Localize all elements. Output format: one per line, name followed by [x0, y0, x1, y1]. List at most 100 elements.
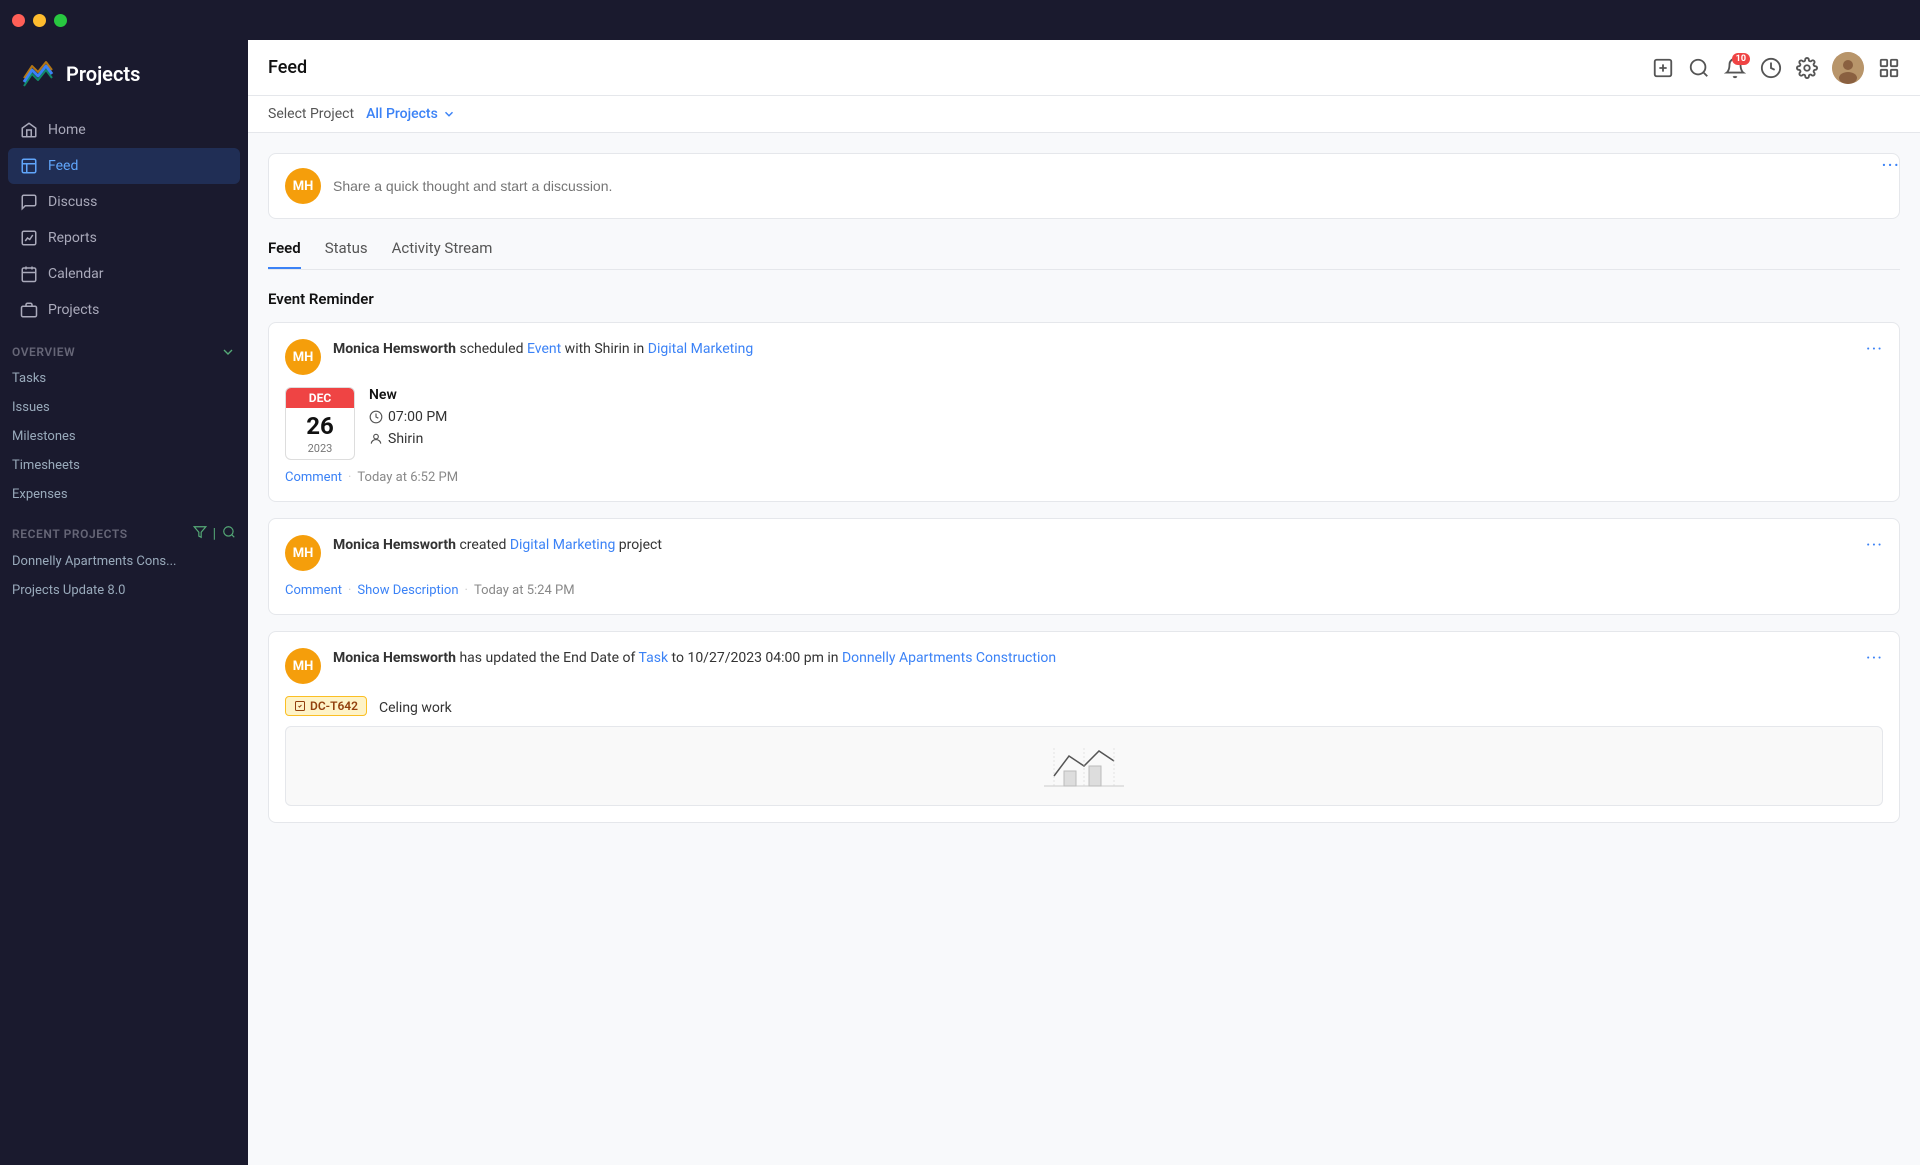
feed-card-2-header: MH Monica Hemsworth created Digital Mark… — [285, 535, 1883, 571]
tab-activity-stream[interactable]: Activity Stream — [392, 239, 493, 269]
calendar-icon — [20, 265, 38, 283]
section-event-reminder: Event Reminder — [268, 290, 1900, 308]
sidebar-item-timesheets[interactable]: Timesheets — [0, 451, 248, 480]
feed-item-3: MH Monica Hemsworth has updated the End … — [268, 631, 1900, 823]
feed-item-2: MH Monica Hemsworth created Digital Mark… — [268, 518, 1900, 615]
share-input[interactable] — [333, 178, 1883, 194]
filter-icon[interactable] — [193, 525, 207, 543]
sidebar-item-feed[interactable]: Feed — [8, 148, 240, 184]
drawing-thumbnail — [285, 726, 1883, 806]
feed-link-digital-marketing-1[interactable]: Digital Marketing — [648, 341, 753, 357]
sidebar-item-feed-label: Feed — [48, 158, 78, 174]
feed-user-name-2: Monica Hemsworth — [333, 537, 456, 553]
sidebar-item-home[interactable]: Home — [8, 112, 240, 148]
minimize-btn[interactable] — [33, 14, 46, 27]
projects-icon — [20, 301, 38, 319]
clock-button[interactable] — [1760, 57, 1782, 79]
feed-card-3-header: MH Monica Hemsworth has updated the End … — [285, 648, 1883, 684]
sidebar-item-projects[interactable]: Projects — [8, 292, 240, 328]
event-card-1: Dec 26 2023 New 07:00 PM — [285, 387, 1883, 460]
sidebar-item-home-label: Home — [48, 122, 86, 138]
event-status: New — [369, 387, 447, 403]
feed-text-mid-1: with Shirin in — [565, 341, 648, 357]
grid-button[interactable] — [1878, 57, 1900, 79]
feed-card-1-header: MH Monica Hemsworth scheduled Event with… — [285, 339, 1883, 375]
timestamp-1: Today at 6:52 PM — [357, 470, 458, 485]
recent-project-update[interactable]: Projects Update 8.0 — [0, 576, 248, 605]
feed-avatar-2: MH — [285, 535, 321, 571]
sidebar-item-discuss[interactable]: Discuss — [8, 184, 240, 220]
settings-button[interactable] — [1796, 57, 1818, 79]
feed-card-1-options[interactable]: ··· — [1866, 339, 1883, 360]
feed-link-donnelly[interactable]: Donnelly Apartments Construction — [842, 650, 1056, 666]
maximize-btn[interactable] — [54, 14, 67, 27]
search-recent-icon[interactable] — [222, 525, 236, 543]
tab-feed[interactable]: Feed — [268, 239, 301, 269]
feed-content: ··· MH Feed Status Activity Stream Event… — [248, 133, 1920, 1165]
feed-item-1: MH Monica Hemsworth scheduled Event with… — [268, 322, 1900, 502]
recent-projects-header: Recent Projects | — [0, 509, 248, 547]
search-button[interactable] — [1688, 57, 1710, 79]
sidebar-item-expenses[interactable]: Expenses — [0, 480, 248, 509]
filter-bar: Select Project All Projects — [248, 96, 1920, 133]
share-box: MH — [268, 153, 1900, 219]
titlebar — [0, 0, 1920, 40]
tab-status[interactable]: Status — [325, 239, 368, 269]
gear-icon — [1796, 57, 1818, 79]
share-avatar: MH — [285, 168, 321, 204]
grid-icon — [1878, 57, 1900, 79]
sidebar-item-tasks[interactable]: Tasks — [0, 364, 248, 393]
task-badge-icon — [294, 700, 306, 712]
feed-card-1-user: MH Monica Hemsworth scheduled Event with… — [285, 339, 1866, 375]
feed-card-2-options[interactable]: ··· — [1866, 535, 1883, 556]
sidebar-item-reports[interactable]: Reports — [8, 220, 240, 256]
sidebar-item-issues[interactable]: Issues — [0, 393, 248, 422]
comment-link-1[interactable]: Comment — [285, 470, 342, 485]
feed-card-3-options[interactable]: ··· — [1866, 648, 1883, 669]
clock-icon — [1760, 57, 1782, 79]
feed-card-1-footer: Comment · Today at 6:52 PM — [285, 470, 1883, 485]
content-options-button[interactable]: ··· — [1881, 153, 1900, 177]
task-badge-label: DC-T642 — [310, 699, 358, 713]
event-year: 2023 — [286, 442, 354, 459]
user-avatar[interactable] — [1832, 52, 1864, 84]
discuss-icon — [20, 193, 38, 211]
task-label: Celing work — [379, 700, 452, 716]
sidebar-item-calendar[interactable]: Calendar — [8, 256, 240, 292]
user-avatar-icon — [1832, 52, 1864, 84]
all-projects-dropdown[interactable]: All Projects — [366, 106, 456, 122]
sidebar-nav: Home Feed Discuss — [0, 112, 248, 328]
feed-user-name-3: Monica Hemsworth — [333, 650, 456, 666]
top-header: Feed — [248, 40, 1920, 96]
show-description-link[interactable]: Show Description — [357, 583, 458, 598]
select-project-label: Select Project — [268, 106, 354, 122]
feed-link-event[interactable]: Event — [527, 341, 561, 357]
feed-text-pre-1: scheduled — [459, 341, 527, 357]
person-icon — [369, 432, 383, 446]
event-person: Shirin — [369, 431, 447, 447]
event-month: Dec — [286, 388, 354, 408]
task-badge[interactable]: DC-T642 — [285, 696, 367, 716]
sidebar: Projects Home Feed — [0, 40, 248, 1165]
sidebar-item-milestones[interactable]: Milestones — [0, 422, 248, 451]
event-date-block-1: Dec 26 2023 — [285, 387, 355, 460]
recent-projects-actions: | — [193, 525, 236, 543]
feed-link-task[interactable]: Task — [639, 650, 669, 666]
header-actions: 10 — [1652, 52, 1900, 84]
recent-project-donnelly[interactable]: Donnelly Apartments Cons... — [0, 547, 248, 576]
sidebar-item-reports-label: Reports — [48, 230, 97, 246]
close-btn[interactable] — [12, 14, 25, 27]
add-button[interactable] — [1652, 57, 1674, 79]
task-info-3: DC-T642 Celing work — [285, 696, 1883, 716]
feed-link-digital-marketing-2[interactable]: Digital Marketing — [510, 537, 615, 553]
feed-card-3-user: MH Monica Hemsworth has updated the End … — [285, 648, 1866, 684]
sidebar-header: Projects — [0, 40, 248, 112]
clock-small-icon — [369, 410, 383, 424]
chevron-down-icon — [220, 344, 236, 360]
feed-card-3-text: Monica Hemsworth has updated the End Dat… — [333, 648, 1056, 669]
feed-card-2-footer: Comment · Show Description · Today at 5:… — [285, 583, 1883, 598]
event-time: 07:00 PM — [369, 409, 447, 425]
notifications-button[interactable]: 10 — [1724, 57, 1746, 79]
comment-link-2[interactable]: Comment — [285, 583, 342, 598]
timestamp-2: Today at 5:24 PM — [474, 583, 575, 598]
